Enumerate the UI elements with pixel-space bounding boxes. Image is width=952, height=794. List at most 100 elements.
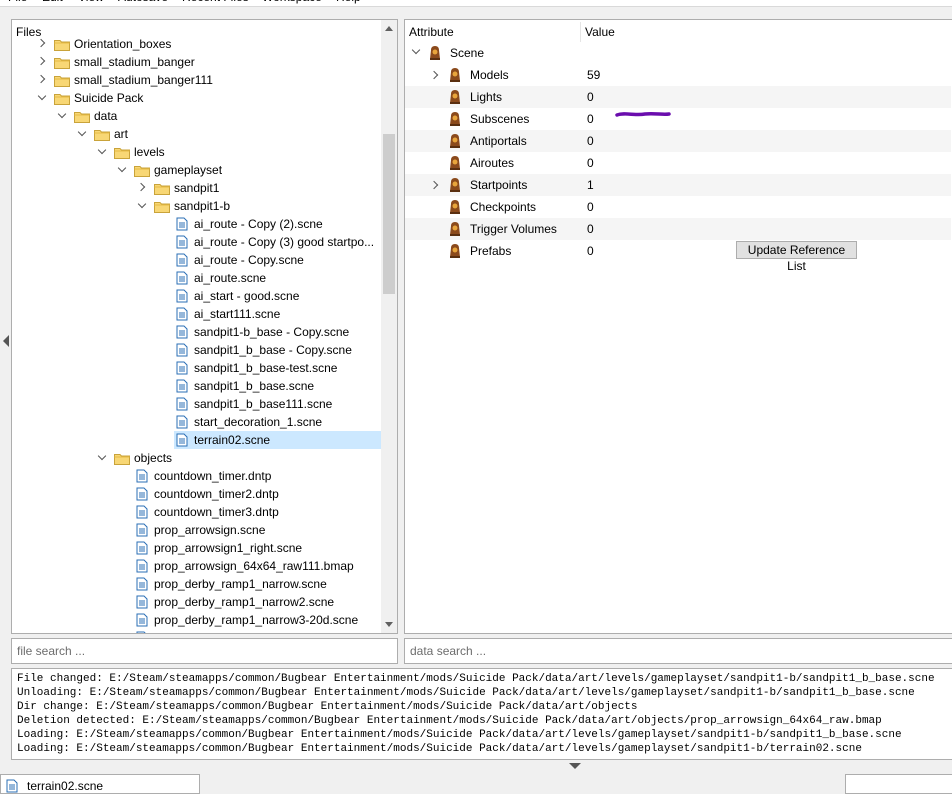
tree-file[interactable]: countdown_timer2.dntp xyxy=(12,485,382,503)
tree-folder[interactable]: data xyxy=(12,107,382,125)
attribute-row-subscenes[interactable]: Subscenes 0 xyxy=(405,108,951,130)
folder-icon xyxy=(154,182,170,195)
expand-arrow-icon[interactable] xyxy=(36,74,46,84)
scene-icon xyxy=(430,46,440,60)
tree-file[interactable]: ai_route.scne xyxy=(12,269,382,287)
menu-view[interactable]: View xyxy=(78,0,104,4)
attribute-row-models[interactable]: Models 59 xyxy=(405,64,951,86)
tree-folder[interactable]: small_stadium_banger111 xyxy=(12,71,382,89)
column-header-value[interactable]: Value xyxy=(585,21,615,43)
tree-file[interactable]: countdown_timer.dntp xyxy=(12,467,382,485)
tree-folder[interactable]: sandpit1-b xyxy=(12,197,382,215)
tree-folder[interactable]: gameplayset xyxy=(12,161,382,179)
tree-file[interactable]: ai_route - Copy (3) good startpo... xyxy=(12,233,382,251)
tree-item-label: sandpit1_b_base - Copy.scne xyxy=(194,343,352,357)
tree-folder[interactable]: sandpit1 xyxy=(12,179,382,197)
collapse-arrow-icon[interactable] xyxy=(57,109,67,119)
collapse-arrow-icon[interactable] xyxy=(77,127,87,137)
tree-file[interactable]: ai_start - good.scne xyxy=(12,287,382,305)
tree-folder[interactable]: levels xyxy=(12,143,382,161)
tree-folder[interactable]: small_stadium_banger xyxy=(12,53,382,71)
menu-help[interactable]: Help xyxy=(336,0,361,4)
collapse-down-icon[interactable] xyxy=(569,763,581,769)
attribute-value: 0 xyxy=(587,156,594,170)
collapse-arrow-icon[interactable] xyxy=(117,163,127,173)
attribute-row-antiportals[interactable]: Antiportals 0 xyxy=(405,130,951,152)
tree-file[interactable]: ai_route - Copy.scne xyxy=(12,251,382,269)
tree-file[interactable]: prop_arrowsign_64x64_raw111.bmap xyxy=(12,557,382,575)
attribute-value: 0 xyxy=(587,134,594,148)
attribute-name: Models xyxy=(470,68,509,82)
log-output[interactable]: File changed: E:/Steam/steamapps/common/… xyxy=(11,668,952,760)
tree-file[interactable]: prop_derby_ramp1_narrow2.scne xyxy=(12,593,382,611)
attribute-value: 0 xyxy=(587,222,594,236)
collapse-left-icon[interactable] xyxy=(3,335,9,347)
expand-arrow-icon[interactable] xyxy=(136,182,146,192)
collapse-arrow-icon[interactable] xyxy=(37,91,47,101)
menu-file[interactable]: File xyxy=(8,0,27,4)
tree-file[interactable]: sandpit1_b_base-test.scne xyxy=(12,359,382,377)
attribute-row-trigger-volumes[interactable]: Trigger Volumes 0 xyxy=(405,218,951,240)
expand-arrow-icon[interactable] xyxy=(36,38,46,48)
menu-edit[interactable]: Edit xyxy=(42,0,63,4)
attribute-row-lights[interactable]: Lights 0 xyxy=(405,86,951,108)
attribute-value: 1 xyxy=(587,178,594,192)
file-icon xyxy=(136,577,148,591)
attribute-row-startpoints[interactable]: Startpoints 1 xyxy=(405,174,951,196)
attribute-row-prefabs[interactable]: Prefabs 0 xyxy=(405,240,951,262)
tree-folder[interactable]: objects xyxy=(12,449,382,467)
data-search-input[interactable] xyxy=(404,638,952,664)
tree-file[interactable]: prop_arrowsign1_right.scne xyxy=(12,539,382,557)
status-tab[interactable]: terrain02.scne xyxy=(0,774,200,794)
tree-file[interactable]: countdown_timer3.dntp xyxy=(12,503,382,521)
file-icon xyxy=(176,307,188,321)
tree-item-label: prop_arrowsign1_right.scne xyxy=(154,541,303,555)
menu-recent-files[interactable]: Recent Files xyxy=(182,0,249,4)
tree-file[interactable]: ai_route - Copy (2).scne xyxy=(12,215,382,233)
scroll-up-icon[interactable] xyxy=(385,26,393,31)
tree-folder[interactable]: art xyxy=(12,125,382,143)
attribute-row-checkpoints[interactable]: Checkpoints 0 xyxy=(405,196,951,218)
tree-folder[interactable]: Orientation_boxes xyxy=(12,35,382,53)
tree-item-label: terrain02.scne xyxy=(194,433,271,447)
scrollbar-thumb[interactable] xyxy=(383,134,395,294)
tree-folder[interactable]: Suicide Pack xyxy=(12,89,382,107)
expand-arrow-icon[interactable] xyxy=(36,56,46,66)
tree-file[interactable]: ai_start111.scne xyxy=(12,305,382,323)
column-divider[interactable] xyxy=(580,22,581,42)
column-header-attribute[interactable]: Attribute xyxy=(409,21,454,43)
menu-workspace[interactable]: Workspace xyxy=(262,0,322,4)
file-icon xyxy=(176,433,188,447)
scroll-down-icon[interactable] xyxy=(385,622,393,627)
file-icon xyxy=(176,271,188,285)
node-icon xyxy=(450,222,460,236)
expand-arrow-icon[interactable] xyxy=(429,70,439,80)
tree-item-label: prop_derby_ramp1_narrow... xyxy=(154,629,308,633)
expand-scene-icon[interactable] xyxy=(411,45,421,55)
tree-file[interactable]: sandpit1_b_base111.scne xyxy=(12,395,382,413)
tree-file[interactable]: sandpit1-b_base - Copy.scne xyxy=(12,323,382,341)
expand-arrow-icon[interactable] xyxy=(429,180,439,190)
scene-root-row[interactable]: Scene xyxy=(405,42,951,64)
files-scrollbar[interactable] xyxy=(381,20,397,633)
collapse-arrow-icon[interactable] xyxy=(137,199,147,209)
file-search-input[interactable] xyxy=(11,638,398,664)
tree-file[interactable]: terrain02.scne xyxy=(174,431,382,449)
tree-item-label: Orientation_boxes xyxy=(74,37,172,51)
menu-autosave[interactable]: Autosave xyxy=(118,0,168,4)
tree-file[interactable]: sandpit1_b_base - Copy.scne xyxy=(12,341,382,359)
tree-item-label: prop_arrowsign_64x64_raw111.bmap xyxy=(154,559,354,573)
tree-item-label: sandpit1-b xyxy=(174,199,231,213)
attribute-row-airoutes[interactable]: Airoutes 0 xyxy=(405,152,951,174)
tree-item-label: start_decoration_1.scne xyxy=(194,415,323,429)
tree-file[interactable]: sandpit1_b_base.scne xyxy=(12,377,382,395)
tree-file[interactable]: start_decoration_1.scne xyxy=(12,413,382,431)
log-line: Deletion detected: E:/Steam/steamapps/co… xyxy=(17,715,882,727)
collapse-arrow-icon[interactable] xyxy=(97,145,107,155)
tree-file[interactable]: prop_derby_ramp1_narrow... xyxy=(12,629,382,633)
tree-file[interactable]: prop_derby_ramp1_narrow.scne xyxy=(12,575,382,593)
collapse-arrow-icon[interactable] xyxy=(97,451,107,461)
tree-file[interactable]: prop_derby_ramp1_narrow3-20d.scne xyxy=(12,611,382,629)
update-reference-list-button[interactable]: Update Reference List xyxy=(736,241,857,273)
tree-file[interactable]: prop_arrowsign.scne xyxy=(12,521,382,539)
